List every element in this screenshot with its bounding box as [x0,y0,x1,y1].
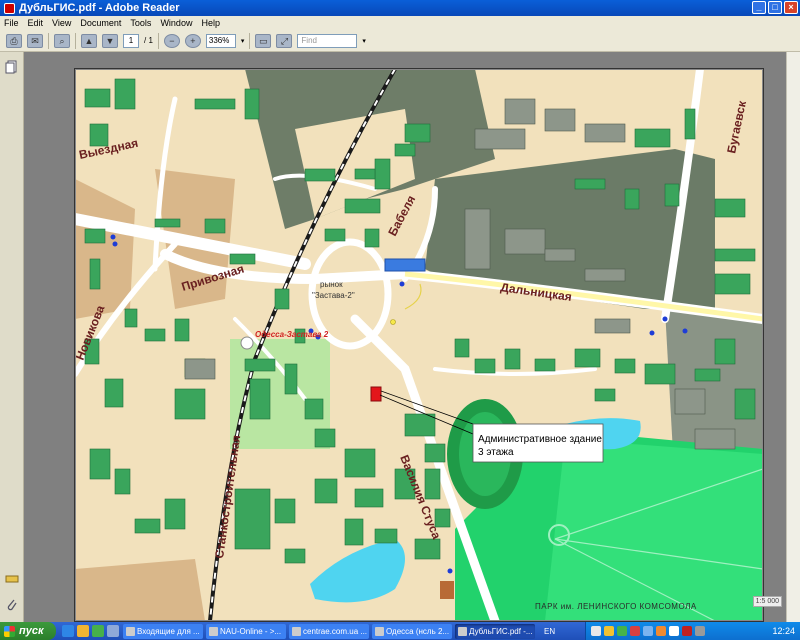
tray-icon[interactable] [591,626,601,636]
ie-icon[interactable] [62,625,74,637]
menu-view[interactable]: View [52,18,71,28]
desktop-icon[interactable] [107,625,119,637]
station-marker [240,336,254,350]
scale-label: 1:5 000 [752,596,782,607]
callout-title: Административное здание [478,434,602,445]
window-title: ДубльГИС.pdf - Adobe Reader [19,2,180,14]
zoom-out-icon[interactable]: − [163,33,180,48]
fit-page-icon[interactable]: ▭ [255,33,272,48]
park [545,439,763,621]
park-label: ПАРК им. ЛЕНИНСКОГО КОМСОМОЛА [535,602,697,611]
attachments-icon[interactable] [5,598,19,612]
menu-bar: File Edit View Document Tools Window Hel… [0,16,800,30]
minimize-button[interactable]: _ [752,1,766,14]
tray-icon[interactable] [643,626,653,636]
zoom-level-input[interactable]: 336% [205,33,236,48]
tray-icon[interactable] [656,626,666,636]
brown-building [440,581,454,599]
menu-window[interactable]: Window [160,18,192,28]
print-icon[interactable]: ⎙ [6,33,22,48]
windows-taskbar: пуск Входящие для ... NAU-Online - >... … [0,622,800,640]
toolbar-divider [249,32,251,49]
document-area[interactable]: Выездная Привозная Новикова Станкостроит… [24,52,800,626]
language-indicator[interactable]: EN [544,627,558,636]
find-input[interactable]: Find [297,33,358,48]
maximize-button[interactable]: □ [768,1,782,14]
target-building[interactable] [370,386,382,402]
clock: 12:24 [772,626,795,636]
page-down-icon[interactable]: ▼ [102,33,118,48]
windows-logo-icon [4,625,15,637]
window-titlebar[interactable]: ДубльГИС.pdf - Adobe Reader _ □ × [0,0,800,16]
email-icon[interactable]: ✉ [27,33,43,48]
task-dublgis[interactable]: ДубльГИС.pdf -... [455,623,535,639]
station-label: Одесса-Застава 2 [255,330,329,339]
toolbar-divider [75,32,76,49]
tray-icon[interactable] [617,626,627,636]
fit-width-icon[interactable]: ⤢ [276,33,293,48]
system-tray: 12:24 [585,622,800,640]
media-icon[interactable] [92,625,104,637]
toolbar-divider [48,32,49,49]
tray-icon[interactable] [682,626,692,636]
page-total: / 1 [144,36,153,45]
brown-lot [75,559,205,621]
search-icon[interactable]: ⌕ [54,33,70,48]
signatures-icon[interactable] [5,572,19,586]
find-dropdown-icon[interactable]: ▾ [362,37,366,45]
pdf-page: Выездная Привозная Новикова Станкостроит… [69,65,768,626]
start-button[interactable]: пуск [0,622,56,640]
page-number-input[interactable]: 1 [123,33,139,48]
zoom-in-icon[interactable]: + [184,33,201,48]
task-centrae[interactable]: centrae.com.ua ... [289,623,369,639]
tray-icon[interactable] [669,626,679,636]
task-nau-online[interactable]: NAU-Online - >... [206,623,286,639]
tray-icon[interactable] [604,626,614,636]
menu-help[interactable]: Help [201,18,220,28]
callout-box: Административное здание 3 этажа [472,423,604,463]
folder-icon[interactable] [77,625,89,637]
zoom-dropdown-icon[interactable]: ▾ [241,37,245,45]
adobe-reader-icon [4,2,15,14]
menu-edit[interactable]: Edit [28,18,44,28]
toolbar: ⎙ ✉ ⌕ ▲ ▼ 1 / 1 − + 336% ▾ ▭ ⤢ Find ▾ [0,30,800,52]
task-odessa[interactable]: Одесса (нсль 2... [372,623,452,639]
market-label-2: "Застава-2" [312,291,355,300]
navigation-pane [0,52,24,622]
close-button[interactable]: × [784,1,798,14]
tray-icon[interactable] [695,626,705,636]
toolbar-divider [157,32,159,49]
menu-document[interactable]: Document [80,18,121,28]
city-map: Выездная Привозная Новикова Станкостроит… [69,65,768,626]
page-up-icon[interactable]: ▲ [81,33,97,48]
task-inbox[interactable]: Входящие для ... [123,623,203,639]
menu-file[interactable]: File [4,18,19,28]
tray-icon[interactable] [630,626,640,636]
pages-icon[interactable] [5,60,19,74]
blue-building [384,258,426,272]
market-label-1: рынок [320,280,343,289]
callout-subtitle: 3 этажа [478,447,514,458]
quick-launch [62,625,119,637]
menu-tools[interactable]: Tools [130,18,151,28]
vertical-scrollbar[interactable] [786,52,800,622]
